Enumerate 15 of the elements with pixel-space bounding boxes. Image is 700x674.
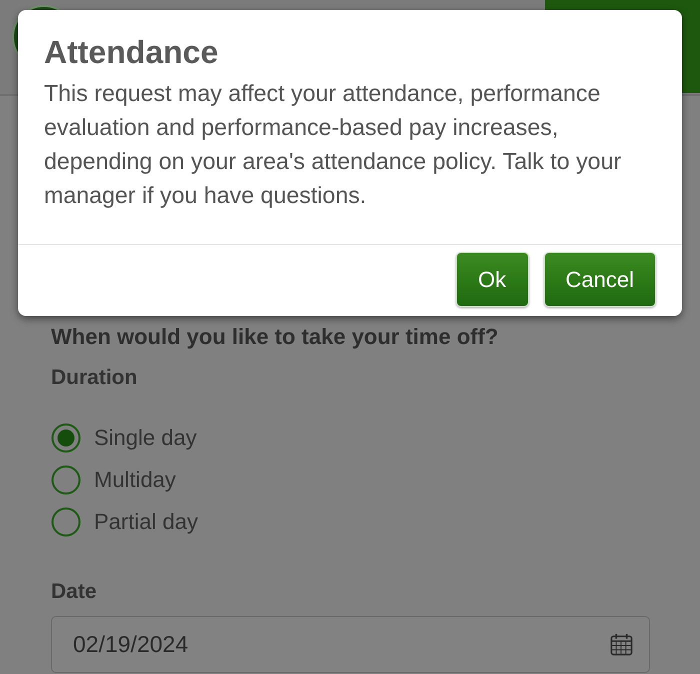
radio-button[interactable] xyxy=(51,423,81,453)
dialog-message: This request may affect your attendance, performance evaluation and performance-based pay increases, depending on your area's attendance policy. Talk to your manager if you have questions. xyxy=(44,79,622,210)
duration-label: Duration xyxy=(51,365,138,391)
radio-button[interactable] xyxy=(51,465,81,495)
radio-button[interactable] xyxy=(51,507,81,537)
question-heading: When would you like to take your time off? xyxy=(51,323,500,351)
date-input-field[interactable]: 02/19/2024 xyxy=(51,616,650,673)
dialog-button[interactable]: Cancel xyxy=(544,252,656,307)
dialog-title: Attendance xyxy=(44,33,220,72)
calendar-icon[interactable] xyxy=(610,633,633,656)
radio-label[interactable]: Multiday xyxy=(94,467,176,493)
radio-label[interactable]: Partial day xyxy=(94,509,198,535)
date-label: Date xyxy=(51,579,98,605)
radio-label[interactable]: Single day xyxy=(94,425,197,451)
dialog-button[interactable]: Ok xyxy=(456,252,529,307)
